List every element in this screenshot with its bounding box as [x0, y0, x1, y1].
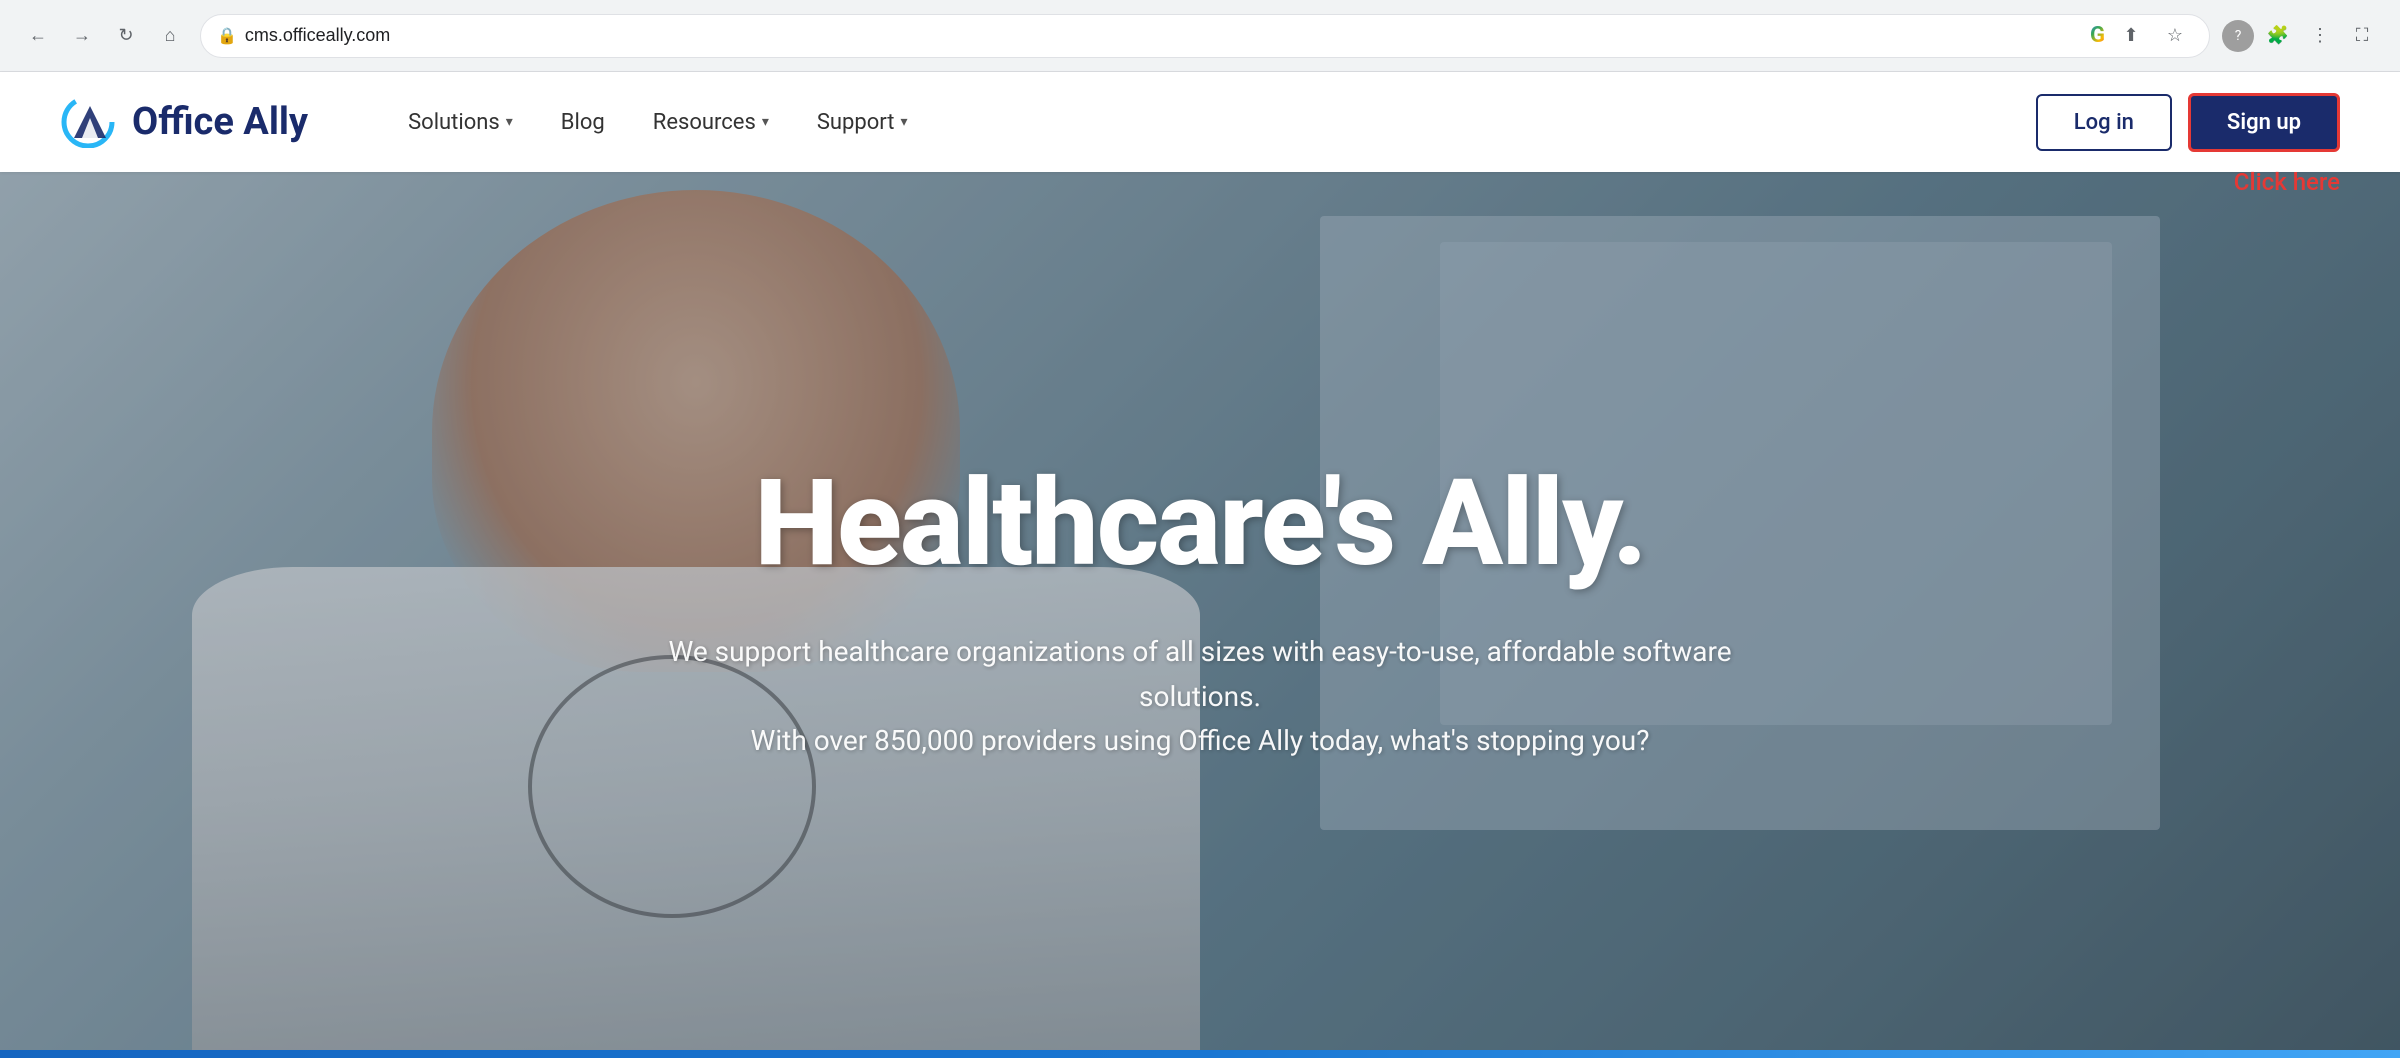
- logo-area[interactable]: Office Ally: [60, 96, 308, 148]
- hero-section: Healthcare's Ally. We support healthcare…: [0, 172, 2400, 1050]
- navbar: Office Ally Solutions ▾ Blog Resources ▾…: [0, 72, 2400, 172]
- back-button[interactable]: ←: [20, 18, 56, 54]
- nav-support[interactable]: Support ▾: [797, 100, 928, 145]
- chevron-down-icon: ▾: [506, 114, 513, 130]
- chevron-down-icon: ▾: [900, 114, 907, 130]
- address-bar-container[interactable]: 🔒 G ⬆ ☆: [200, 14, 2210, 58]
- hero-title: Healthcare's Ally.: [650, 458, 1750, 590]
- logo-icon: [60, 96, 120, 148]
- nav-solutions[interactable]: Solutions ▾: [388, 100, 533, 145]
- logo-text: Office Ally: [132, 100, 308, 144]
- website-content: Office Ally Solutions ▾ Blog Resources ▾…: [0, 72, 2400, 1058]
- nav-links: Solutions ▾ Blog Resources ▾ Support ▾: [388, 100, 2036, 145]
- home-button[interactable]: ⌂: [152, 18, 188, 54]
- signup-button[interactable]: Sign up: [2188, 93, 2340, 152]
- address-bar[interactable]: [245, 25, 2082, 46]
- browser-nav-buttons: ← → ↻ ⌂: [20, 18, 188, 54]
- login-button[interactable]: Log in: [2036, 94, 2172, 151]
- hero-subtitle: We support healthcare organizations of a…: [650, 630, 1750, 764]
- menu-button[interactable]: ⋮: [2302, 18, 2338, 54]
- profile-avatar[interactable]: ?: [2222, 20, 2254, 52]
- hero-content: Healthcare's Ally. We support healthcare…: [550, 458, 1850, 764]
- nav-blog[interactable]: Blog: [541, 100, 625, 145]
- google-g-icon: G: [2090, 23, 2105, 48]
- chevron-down-icon: ▾: [762, 114, 769, 130]
- share-button[interactable]: ⬆: [2113, 18, 2149, 54]
- fullscreen-button[interactable]: ⛶: [2344, 18, 2380, 54]
- lock-icon: 🔒: [217, 26, 237, 45]
- extensions-button[interactable]: 🧩: [2260, 18, 2296, 54]
- nav-actions: Log in Sign up Click here: [2036, 93, 2340, 152]
- nav-resources[interactable]: Resources ▾: [633, 100, 789, 145]
- bottom-bar: [0, 1050, 2400, 1058]
- browser-right-icons: ? 🧩 ⋮ ⛶: [2222, 18, 2380, 54]
- bookmark-button[interactable]: ☆: [2157, 18, 2193, 54]
- click-here-label: Click here: [2234, 168, 2340, 196]
- browser-chrome: ← → ↻ ⌂ 🔒 G ⬆ ☆ ? 🧩 ⋮ ⛶: [0, 0, 2400, 72]
- reload-button[interactable]: ↻: [108, 18, 144, 54]
- forward-button[interactable]: →: [64, 18, 100, 54]
